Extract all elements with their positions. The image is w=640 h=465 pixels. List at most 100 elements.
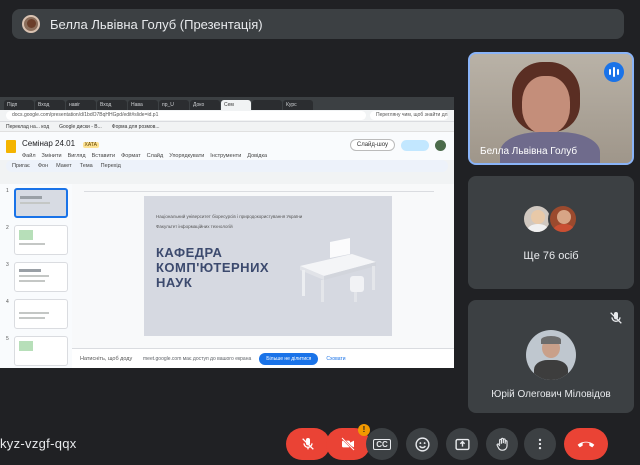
toolbar-item: Перехід — [100, 163, 121, 169]
mic-off-icon — [302, 438, 314, 450]
camera-off-icon — [341, 437, 355, 451]
slide-title-line: КОМП'ЮТЕРНИХ — [156, 260, 270, 275]
emoji-button[interactable] — [406, 428, 438, 460]
slides-editor: 1 2 3 4 5 Національний університет біоре… — [0, 184, 454, 368]
share-message: meet.google.com має доступ до вашого екр… — [143, 355, 252, 362]
bookmark: Переклад на... код — [6, 123, 50, 130]
slideshow-button: Слайд-шоу — [349, 139, 395, 151]
menu-item: Файл — [22, 153, 36, 159]
bookmarks-bar: Переклад на... код Google диски - В... Ф… — [0, 122, 454, 132]
avatar — [526, 330, 576, 380]
toolbar-item: Тема — [79, 163, 93, 169]
address-bar: docs.google.com/presentation/d/1bdO7BqHH… — [6, 111, 366, 120]
thumb-number: 3 — [6, 262, 9, 268]
slide-thumbnail — [13, 225, 68, 255]
browser-tab — [252, 100, 282, 110]
end-call-button[interactable] — [564, 428, 608, 460]
shared-screen: Підп Вход навіг Вход Нава пр_U Доко Сем … — [0, 97, 454, 368]
slide-thumbnail — [13, 336, 68, 366]
slides-toolbar: Пригає Фон Макет Тема Перехід — [6, 160, 448, 172]
slide-thumbnail — [13, 188, 68, 218]
mic-off-icon — [610, 312, 622, 324]
thumb-number: 5 — [6, 336, 9, 342]
camera-button[interactable]: ! — [326, 424, 370, 460]
ruler — [84, 186, 434, 192]
browser-tab: Вход — [35, 100, 65, 110]
menu-item: Упорядкувати — [169, 153, 205, 159]
menu-item: Довідка — [247, 153, 268, 159]
menu-item: Інструменти — [210, 153, 242, 159]
captions-button[interactable]: CC — [366, 428, 398, 460]
presenter-avatar — [22, 15, 40, 33]
doc-title: Семінар 24.01 — [22, 139, 76, 148]
browser-tab: навіг — [66, 100, 96, 110]
thumb-number: 4 — [6, 299, 9, 305]
emoji-icon — [414, 436, 430, 452]
browser-tab: Нава — [128, 100, 158, 110]
meeting-code: kyz-vzgf-qqx — [0, 436, 77, 451]
captions-icon: CC — [373, 438, 391, 450]
browser-tab: Вход — [97, 100, 127, 110]
speaking-indicator-icon — [604, 62, 624, 82]
bookmark: Форма для розмов... — [111, 123, 160, 130]
slides-header: Семінар 24.01 ХАТА Файл Змінити Вигляд В… — [0, 132, 454, 160]
thumb-number: 2 — [6, 225, 9, 231]
slide-title: КАФЕДРА КОМП'ЮТЕРНИХ НАУК — [156, 245, 269, 290]
slide-title-line: НАУК — [156, 275, 193, 290]
more-participants-label: Ще 76 осіб — [523, 250, 579, 262]
bookmark: Google диски - В... — [59, 123, 102, 130]
present-screen-icon — [454, 438, 470, 450]
more-participants-tile[interactable]: Ще 76 осіб — [468, 176, 634, 289]
raise-hand-icon — [496, 437, 508, 451]
participant-name: Юрій Олегович Міловідов — [491, 389, 611, 400]
thumb-number: 1 — [6, 188, 9, 194]
presenter-bar: Белла Львівна Голуб (Презентація) — [12, 9, 624, 39]
raise-hand-button[interactable] — [486, 428, 518, 460]
slide-canvas-area: Національний університет біоресурсів і п… — [72, 184, 454, 368]
address-row: docs.google.com/presentation/d/1bdO7BqHH… — [0, 110, 454, 122]
mic-button[interactable] — [286, 428, 330, 460]
menu-item: Вставити — [91, 153, 116, 159]
browser-tab: Доко — [190, 100, 220, 110]
hide-share-notice: Сховати — [326, 355, 346, 362]
participant-name: Белла Львівна Голуб — [480, 146, 578, 157]
slide-filmstrip: 1 2 3 4 5 — [0, 184, 72, 368]
present-button[interactable] — [446, 428, 478, 460]
more-options-button[interactable] — [524, 428, 556, 460]
menu-item: Формат — [121, 153, 141, 159]
share-access-button — [401, 139, 429, 151]
doc-menu: Файл Змінити Вигляд Вставити Формат Слай… — [22, 153, 267, 159]
avatar — [548, 204, 578, 234]
slide-faculty: Факультет інформаційних технологій — [156, 224, 233, 229]
menu-item: Слайд — [146, 153, 164, 159]
slide-thumbnail — [13, 262, 68, 292]
doc-badge: ХАТА — [82, 142, 100, 148]
toolbar-item: Фон — [37, 163, 49, 169]
doc-user-avatar — [435, 139, 446, 151]
participant-tile-camera[interactable]: Белла Львівна Голуб — [468, 52, 634, 165]
browser-tab: пр_U — [159, 100, 189, 110]
notes-and-share-row: Натисніть, щоб доду meet.google.com має … — [72, 348, 454, 368]
slide-thumbnail — [13, 299, 68, 329]
browser-tab: Курс — [283, 100, 313, 110]
presenter-title: Белла Львівна Голуб (Презентація) — [50, 16, 263, 32]
participant-tile[interactable]: Юрій Олегович Міловідов — [468, 300, 634, 413]
slide-university: Національний університет біоресурсів і п… — [156, 214, 303, 219]
toolbar-item: Пригає — [12, 163, 30, 169]
menu-item: Змінити — [41, 153, 62, 159]
browser-tab-strip: Підп Вход навіг Вход Нава пр_U Доко Сем … — [0, 97, 454, 110]
avatar-group — [522, 204, 578, 234]
browser-search-hint: Перегляну чим, щоб знайти для — [370, 111, 448, 120]
desk-illustration — [300, 238, 376, 302]
menu-item: Вигляд — [67, 153, 86, 159]
current-slide: Національний університет біоресурсів і п… — [144, 196, 392, 336]
browser-tab: Підп — [4, 100, 34, 110]
speaker-notes: Натисніть, щоб доду — [80, 355, 133, 362]
end-call-icon — [577, 441, 595, 448]
browser-tab-active: Сем — [221, 100, 251, 110]
more-vert-icon — [538, 438, 542, 450]
slides-logo-icon — [6, 139, 16, 153]
slide-title-line: КАФЕДРА — [156, 245, 223, 260]
toolbar-item: Макет — [56, 163, 72, 169]
stop-sharing-button: Більше не ділитися — [259, 352, 319, 365]
